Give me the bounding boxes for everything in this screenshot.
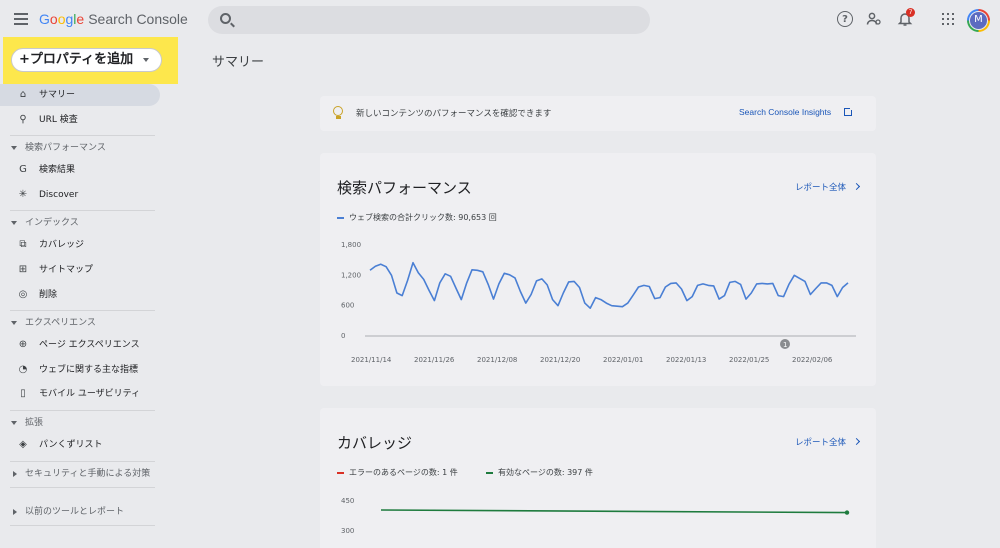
sidebar-item-2-2[interactable]: ▯ モバイル ユーザビリティ [0,383,160,405]
y-tick-label: 600 [341,302,354,310]
sidebar-divider [10,310,155,312]
sidebar-item-top-1[interactable]: ⚲ URL 検査 [0,109,160,131]
clicks-series-line [369,261,849,309]
sidebar-item-label: Discover [39,189,79,200]
sidebar-section-5[interactable]: 以前のツールとレポート [0,503,160,521]
performance-card: 検索パフォーマンス レポート全体 ウェブ検索の合計クリック数: 90,653 回… [320,153,876,386]
search-icon [220,13,231,24]
y-tick-label: 300 [341,527,354,535]
sidebar-section-title: 以前のツールとレポート [25,506,125,517]
sidebar-section-3[interactable]: 拡張 [0,414,160,432]
x-tick-label: 2021/12/08 [477,356,517,364]
apps-icon[interactable] [942,13,954,25]
sidebar-item-0-0[interactable]: G 検索結果 [0,159,160,181]
x-tick-label: 2022/01/13 [666,356,706,364]
users-icon[interactable] [866,11,882,27]
y-tick-label: 1,200 [341,271,361,279]
chevron-down-icon [143,58,149,62]
sidebar-item-1-0[interactable]: ⧉ カバレッジ [0,234,160,256]
expand-less-icon [11,421,17,425]
x-tick-label: 2022/01/25 [729,356,769,364]
sidebar-item-2-1[interactable]: ◔ ウェブに関する主な指標 [0,359,160,381]
google-g-icon: G [19,164,27,176]
sidebar-item-label: URL 検査 [39,114,78,125]
sidebar-section-0[interactable]: 検索パフォーマンス [0,139,160,157]
sidebar-item-label: 検索結果 [39,165,76,176]
x-tick-label: 2022/01/01 [603,356,643,364]
x-tick-label: 2021/12/20 [540,356,580,364]
sidebar-divider [10,524,155,526]
sidebar-section-title: インデックス [25,218,79,229]
app-name: Search Console [88,11,188,27]
expand-less-icon [11,146,17,151]
valid-pages-series-line [380,509,848,514]
expand-more-icon [13,508,17,515]
sidebar-section-1[interactable]: インデックス [0,214,160,232]
top-bar: Google Search Console ? 7 M [0,0,1000,40]
y-tick-label: 450 [341,497,354,505]
sidebar-divider [10,135,155,137]
expand-more-icon [13,470,17,477]
sidebar-divider [10,410,155,411]
insights-link[interactable]: Search Console Insights [739,107,831,117]
coverage-chart: 450 300 [341,497,850,535]
asterisk-icon: ✳ [18,188,28,200]
sidebar-divider [10,460,155,462]
annotation-label: 1 [783,341,787,349]
sidebar-section-4[interactable]: セキュリティと手動による対策 [0,465,160,483]
pages-icon: ⧉ [19,239,27,251]
sidebar-section-2[interactable]: エクスペリエンス [0,314,160,332]
sidebar-section-title: 拡張 [25,418,44,428]
sidebar-item-label: サマリー [39,90,76,100]
x-tick-label: 2021/11/14 [351,356,392,364]
open-in-new-icon[interactable] [844,106,854,116]
notification-badge: 7 [906,8,915,17]
y-tick-label: 1,800 [341,241,361,249]
sitemap-icon: ⊞ [18,264,28,275]
sidebar-item-label: パンくずリスト [39,440,103,450]
sidebar-divider [10,486,155,488]
sidebar-section-title: セキュリティと手動による対策 [25,468,151,479]
valid-pages-end-point [844,510,850,515]
sidebar-item-label: カバレッジ [39,240,85,251]
x-tick-label: 2022/02/06 [792,356,833,364]
lightbulb-icon [333,106,343,119]
sidebar-item-1-2[interactable]: ◎ 削除 [0,284,160,306]
sidebar-divider [10,210,155,212]
home-icon: ⌂ [19,89,27,100]
insights-text: 新しいコンテンツのパフォーマンスを確認できます [356,109,552,119]
plus-circle-icon: ⊕ [18,339,28,351]
sidebar-item-label: ページ エクスペリエンス [39,340,140,351]
layers-icon: ◈ [19,439,27,450]
search-icon: ⚲ [19,113,27,125]
eye-off-icon: ◎ [18,288,28,300]
add-property-button[interactable]: +プロパティを追加 [11,48,162,72]
menu-icon[interactable] [14,13,28,25]
page-title: サマリー [212,55,265,70]
x-tick-label: 2021/11/26 [414,356,455,364]
sidebar-item-label: モバイル ユーザビリティ [39,389,141,400]
sidebar-item-label: ウェブに関する主な指標 [39,364,139,375]
sidebar-item-2-0[interactable]: ⊕ ページ エクスペリエンス [0,334,160,356]
phone-icon: ▯ [20,388,26,400]
sidebar-section-title: 検索パフォーマンス [25,143,106,154]
avatar[interactable]: M [967,9,990,32]
performance-chart: 1,800 1,200 600 0 2021/11/14 2021/11/26 2021/1… [341,241,856,364]
sidebar-item-label: 削除 [39,289,58,300]
help-icon[interactable]: ? [837,11,853,27]
sidebar-item-0-1[interactable]: ✳ Discover [0,184,160,206]
insights-banner: 新しいコンテンツのパフォーマンスを確認できます Search Console I… [320,96,876,131]
sidebar-item-3-0[interactable]: ◈ パンくずリスト [0,434,160,456]
sidebar-item-top-0[interactable]: ⌂ サマリー [0,84,160,106]
coverage-card: カバレッジ レポート全体 エラーのあるページの数: 1 件 有効なページの数: … [320,408,876,548]
sidebar-item-label: サイトマップ [39,265,94,275]
app-logo[interactable]: Google Search Console [39,11,188,27]
y-tick-label: 0 [341,332,345,340]
search-input[interactable] [208,6,650,34]
expand-less-icon [11,321,17,326]
sidebar-item-1-1[interactable]: ⊞ サイトマップ [0,259,160,281]
gauge-icon: ◔ [18,363,28,375]
sidebar-section-title: エクスペリエンス [25,318,96,329]
expand-less-icon [11,221,17,226]
